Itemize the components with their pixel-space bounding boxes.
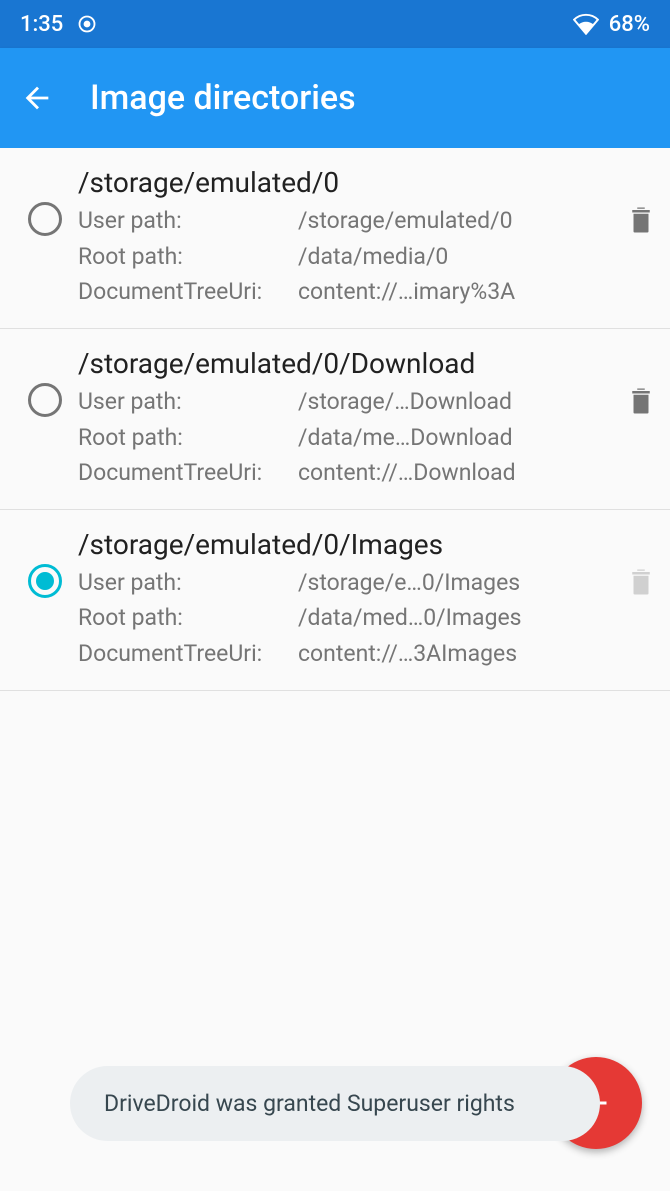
page-title: Image directories xyxy=(90,78,356,118)
list-item[interactable]: /storage/emulated/0/Download User path: … xyxy=(0,329,670,510)
item-title: /storage/emulated/0/Download xyxy=(78,347,610,380)
item-content: /storage/emulated/0 User path: /storage/… xyxy=(78,166,610,310)
doc-tree-label: DocumentTreeUri: xyxy=(78,455,298,491)
list-item[interactable]: /storage/emulated/0 User path: /storage/… xyxy=(0,148,670,329)
doc-tree-label: DocumentTreeUri: xyxy=(78,274,298,310)
root-path-label: Root path: xyxy=(78,239,298,275)
root-path-row: Root path: /data/media/0 xyxy=(78,239,610,275)
toast-message: DriveDroid was granted Superuser rights xyxy=(104,1090,515,1117)
radio-button[interactable] xyxy=(28,202,62,236)
item-content: /storage/emulated/0/Images User path: /s… xyxy=(78,528,610,672)
user-path-value: /storage/e…0/Images xyxy=(298,565,610,601)
root-path-value: /data/media/0 xyxy=(298,239,610,275)
directory-list: /storage/emulated/0 User path: /storage/… xyxy=(0,148,670,691)
list-item[interactable]: /storage/emulated/0/Images User path: /s… xyxy=(0,510,670,691)
status-right: 68% xyxy=(573,12,650,37)
root-path-label: Root path: xyxy=(78,600,298,636)
radio-button[interactable] xyxy=(28,564,62,598)
delete-button[interactable] xyxy=(626,202,656,238)
root-path-value: /data/med…0/Images xyxy=(298,600,610,636)
app-bar: Image directories xyxy=(0,48,670,148)
status-time: 1:35 xyxy=(20,12,63,37)
item-content: /storage/emulated/0/Download User path: … xyxy=(78,347,610,491)
doc-tree-value: content://…3AImages xyxy=(298,636,610,672)
user-path-label: User path: xyxy=(78,384,298,420)
user-path-label: User path: xyxy=(78,203,298,239)
root-path-label: Root path: xyxy=(78,420,298,456)
user-path-row: User path: /storage/…Download xyxy=(78,384,610,420)
root-path-row: Root path: /data/med…0/Images xyxy=(78,600,610,636)
doc-tree-value: content://…imary%3A xyxy=(298,274,610,310)
user-path-label: User path: xyxy=(78,565,298,601)
root-path-row: Root path: /data/me…Download xyxy=(78,420,610,456)
user-path-row: User path: /storage/e…0/Images xyxy=(78,565,610,601)
item-title: /storage/emulated/0 xyxy=(78,166,610,199)
status-bar: 1:35 68% xyxy=(0,0,670,48)
delete-button[interactable] xyxy=(626,383,656,419)
target-icon xyxy=(77,14,97,34)
doc-tree-row: DocumentTreeUri: content://…imary%3A xyxy=(78,274,610,310)
root-path-value: /data/me…Download xyxy=(298,420,610,456)
doc-tree-label: DocumentTreeUri: xyxy=(78,636,298,672)
status-left: 1:35 xyxy=(20,12,97,37)
back-button[interactable] xyxy=(20,81,54,115)
wifi-icon xyxy=(573,13,599,35)
user-path-value: /storage/…Download xyxy=(298,384,610,420)
doc-tree-value: content://…Download xyxy=(298,455,610,491)
toast: DriveDroid was granted Superuser rights xyxy=(70,1066,600,1141)
doc-tree-row: DocumentTreeUri: content://…Download xyxy=(78,455,610,491)
doc-tree-row: DocumentTreeUri: content://…3AImages xyxy=(78,636,610,672)
delete-button xyxy=(626,564,656,600)
radio-button[interactable] xyxy=(28,383,62,417)
battery-text: 68% xyxy=(609,12,650,37)
item-title: /storage/emulated/0/Images xyxy=(78,528,610,561)
user-path-row: User path: /storage/emulated/0 xyxy=(78,203,610,239)
user-path-value: /storage/emulated/0 xyxy=(298,203,610,239)
